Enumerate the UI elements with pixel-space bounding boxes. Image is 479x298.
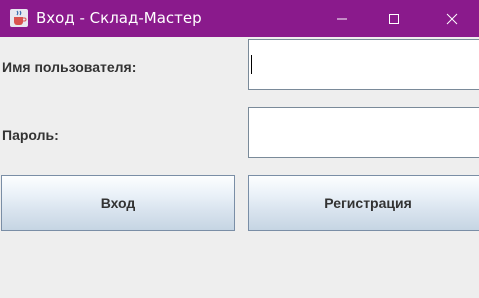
maximize-button[interactable]	[371, 0, 417, 37]
title-bar[interactable]: Вход - Склад-Мастер	[0, 0, 479, 37]
window-title: Вход - Склад-Мастер	[36, 9, 202, 27]
text-caret	[251, 55, 252, 74]
username-label: Имя пользователя:	[2, 59, 137, 75]
minimize-button[interactable]	[319, 0, 365, 37]
login-form: Имя пользователя: Пароль: Вход Регистрац…	[0, 37, 479, 298]
login-window: Вход - Склад-Мастер Имя пользователя: Па…	[0, 0, 479, 298]
password-field[interactable]	[248, 107, 479, 158]
minimize-icon	[336, 13, 348, 25]
close-icon	[446, 13, 458, 25]
login-button[interactable]: Вход	[1, 175, 235, 231]
java-cup-icon	[10, 9, 28, 27]
close-button[interactable]	[429, 0, 475, 37]
register-button[interactable]: Регистрация	[248, 175, 479, 231]
password-label: Пароль:	[2, 127, 59, 143]
maximize-icon	[388, 13, 400, 25]
username-field[interactable]	[248, 39, 479, 90]
